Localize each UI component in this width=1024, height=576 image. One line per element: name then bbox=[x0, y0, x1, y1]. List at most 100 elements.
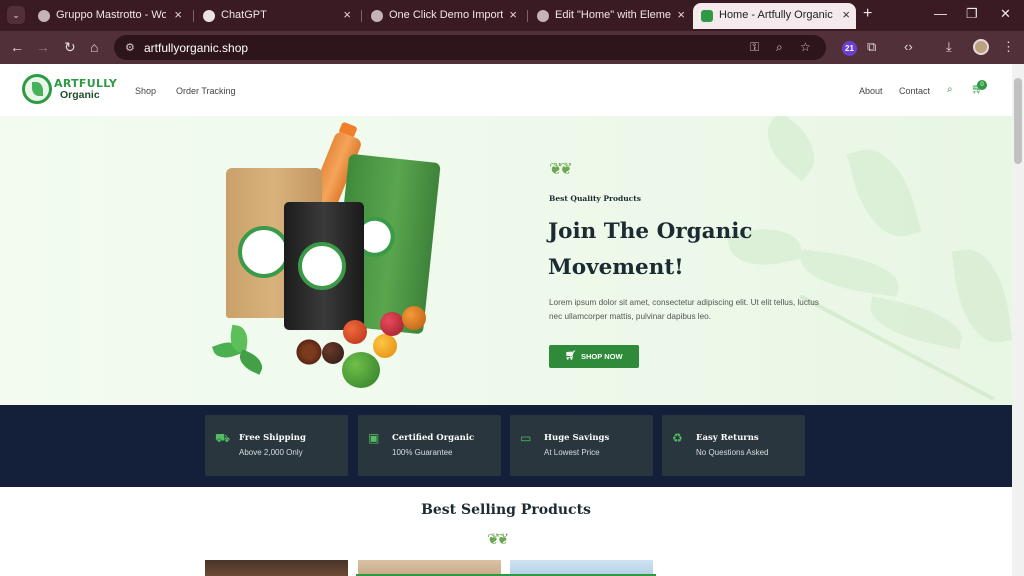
url-text[interactable]: artfullyorganic.shop bbox=[144, 41, 248, 55]
feature-subtitle: No Questions Asked bbox=[696, 448, 769, 457]
bookmark-star-icon[interactable]: ☆ bbox=[800, 40, 811, 54]
logo-subtext[interactable]: Organic bbox=[60, 89, 100, 101]
features-band: ⛟ Free Shipping Above 2,000 Only ▣ Certi… bbox=[0, 405, 1012, 487]
logo-leaf-icon[interactable] bbox=[22, 74, 52, 104]
shop-now-label: SHOP NOW bbox=[581, 352, 623, 361]
feature-subtitle: 100% Guarantee bbox=[392, 448, 453, 457]
green-tomato-image bbox=[342, 352, 380, 388]
hero-title: Join The Organic Movement! bbox=[548, 219, 753, 280]
close-tab-icon[interactable]: × bbox=[842, 7, 850, 22]
search-icon[interactable]: ⌕ bbox=[947, 84, 953, 95]
feature-subtitle: At Lowest Price bbox=[544, 448, 600, 457]
tab-divider bbox=[527, 10, 528, 22]
nav-order-tracking[interactable]: Order Tracking bbox=[176, 86, 236, 96]
tab-title: Edit "Home" with Elementor bbox=[555, 9, 671, 21]
new-tab-plus-icon[interactable]: + bbox=[863, 5, 872, 23]
red-tomato-image bbox=[380, 312, 404, 336]
download-icon[interactable]: ⤓ bbox=[946, 39, 952, 55]
password-key-icon[interactable]: ⚿ bbox=[750, 40, 759, 55]
restore-icon[interactable]: ❐ bbox=[966, 6, 978, 22]
black-pouch-image bbox=[284, 202, 364, 330]
artfully-favicon-icon bbox=[701, 10, 713, 22]
feature-card-certified-organic: ▣ Certified Organic 100% Guarantee bbox=[358, 415, 501, 476]
red-tomato-image bbox=[343, 320, 367, 344]
extension-badge[interactable]: 21 bbox=[842, 41, 857, 56]
site-favicon-icon bbox=[38, 10, 50, 22]
site-header: ARTFULLY Organic Shop Order Tracking Abo… bbox=[0, 64, 1012, 116]
tab-artfully-organic[interactable]: Home - Artfully Organic × bbox=[693, 3, 856, 29]
reload-icon[interactable]: ↻ bbox=[64, 39, 76, 55]
browser-toolbar: ← → ↻ ⌂ ⚙ artfullyorganic.shop ⚿ ⌕ ☆ ⧉ ‹… bbox=[0, 31, 1024, 64]
zoom-icon[interactable]: ⌕ bbox=[776, 40, 783, 55]
dark-tomato-image bbox=[322, 342, 344, 364]
best-selling-title: Best Selling Products bbox=[421, 502, 591, 518]
mint-leaf-image bbox=[235, 349, 267, 375]
feature-title: Free Shipping bbox=[239, 433, 306, 443]
olive-sprig-icon: ❦❦ bbox=[487, 531, 509, 548]
tab-title: One Click Demo Import ‹ Ru bbox=[389, 9, 503, 21]
tab-chatgpt[interactable]: ChatGPT × bbox=[195, 3, 357, 29]
pouch-label bbox=[298, 242, 346, 290]
tab-title: Home - Artfully Organic bbox=[719, 9, 833, 21]
background-leaf bbox=[951, 245, 1012, 347]
tab-gruppo-mastrotto[interactable]: Gruppo Mastrotto - World le × bbox=[30, 3, 188, 29]
tab-search-button[interactable]: ⌄ bbox=[7, 6, 25, 24]
shop-now-button[interactable]: 🛒︎ SHOP NOW bbox=[549, 345, 639, 368]
feature-title: Easy Returns bbox=[696, 433, 759, 443]
globe-icon bbox=[537, 10, 549, 22]
tab-divider bbox=[193, 10, 194, 22]
product-card-image[interactable] bbox=[205, 560, 348, 576]
address-bar[interactable]: ⚙ artfullyorganic.shop ⚿ ⌕ ☆ bbox=[114, 35, 826, 60]
browser-menu-icon[interactable]: ⋮ bbox=[1002, 39, 1015, 55]
certificate-icon: ▣ bbox=[368, 431, 380, 445]
tab-strip: ⌄ Gruppo Mastrotto - World le × ChatGPT … bbox=[0, 0, 1024, 31]
feature-card-huge-savings: ▭ Huge Savings At Lowest Price bbox=[510, 415, 653, 476]
close-tab-icon[interactable]: × bbox=[174, 7, 182, 22]
hero-section: ❦❦ Best Quality Products Join The Organi… bbox=[0, 116, 1012, 405]
tab-title: Gruppo Mastrotto - World le bbox=[56, 9, 166, 21]
profile-avatar[interactable] bbox=[973, 39, 989, 55]
extensions-puzzle-icon[interactable]: ⧉ bbox=[867, 39, 876, 55]
pouch-label bbox=[238, 226, 290, 278]
hero-description: Lorem ipsum dolor sit amet, consectetur … bbox=[549, 298, 819, 321]
truck-icon: ⛟ bbox=[215, 431, 231, 445]
feature-card-free-shipping: ⛟ Free Shipping Above 2,000 Only bbox=[205, 415, 348, 476]
nav-shop[interactable]: Shop bbox=[135, 86, 156, 96]
site-info-icon[interactable]: ⚙ bbox=[125, 41, 135, 54]
background-leaf bbox=[754, 116, 828, 182]
feature-title: Certified Organic bbox=[392, 433, 475, 443]
star-anise-image bbox=[294, 338, 324, 366]
close-window-icon[interactable]: ✕ bbox=[1000, 6, 1011, 22]
web-page: ARTFULLY Organic Shop Order Tracking Abo… bbox=[0, 64, 1012, 576]
close-tab-icon[interactable]: × bbox=[343, 7, 351, 22]
globe-icon bbox=[371, 10, 383, 22]
nav-about[interactable]: About bbox=[859, 86, 883, 96]
close-tab-icon[interactable]: × bbox=[509, 7, 517, 22]
minimize-icon[interactable]: — bbox=[934, 6, 947, 21]
feature-subtitle: Above 2,000 Only bbox=[239, 448, 303, 457]
money-icon: ▭ bbox=[520, 431, 532, 445]
close-tab-icon[interactable]: × bbox=[677, 7, 685, 22]
scrollbar-thumb[interactable] bbox=[1014, 78, 1022, 164]
tab-one-click-demo-import[interactable]: One Click Demo Import ‹ Ru × bbox=[363, 3, 523, 29]
olive-sprig-icon: ❦❦ bbox=[549, 161, 573, 178]
hero-kicker: Best Quality Products bbox=[549, 194, 641, 203]
tab-divider bbox=[361, 10, 362, 22]
tab-elementor-edit[interactable]: Edit "Home" with Elementor × bbox=[529, 3, 691, 29]
feature-card-easy-returns: ♻ Easy Returns No Questions Asked bbox=[662, 415, 805, 476]
background-leaf bbox=[798, 249, 902, 297]
background-leaf bbox=[846, 140, 922, 246]
forward-arrow-icon[interactable]: → bbox=[36, 39, 50, 55]
home-icon[interactable]: ⌂ bbox=[90, 39, 98, 55]
yellow-tomato-image bbox=[373, 334, 397, 358]
recycle-icon: ♻ bbox=[672, 431, 683, 445]
cart-count-badge: 0 bbox=[977, 80, 987, 90]
feature-title: Huge Savings bbox=[544, 433, 610, 443]
tab-title: ChatGPT bbox=[221, 9, 267, 21]
chatgpt-favicon-icon bbox=[203, 10, 215, 22]
back-arrow-icon[interactable]: ← bbox=[10, 39, 24, 55]
orange-tomato-image bbox=[402, 306, 426, 330]
devtools-code-icon[interactable]: ‹› bbox=[904, 39, 913, 54]
page-scrollbar[interactable] bbox=[1012, 64, 1024, 576]
nav-contact[interactable]: Contact bbox=[899, 86, 930, 96]
